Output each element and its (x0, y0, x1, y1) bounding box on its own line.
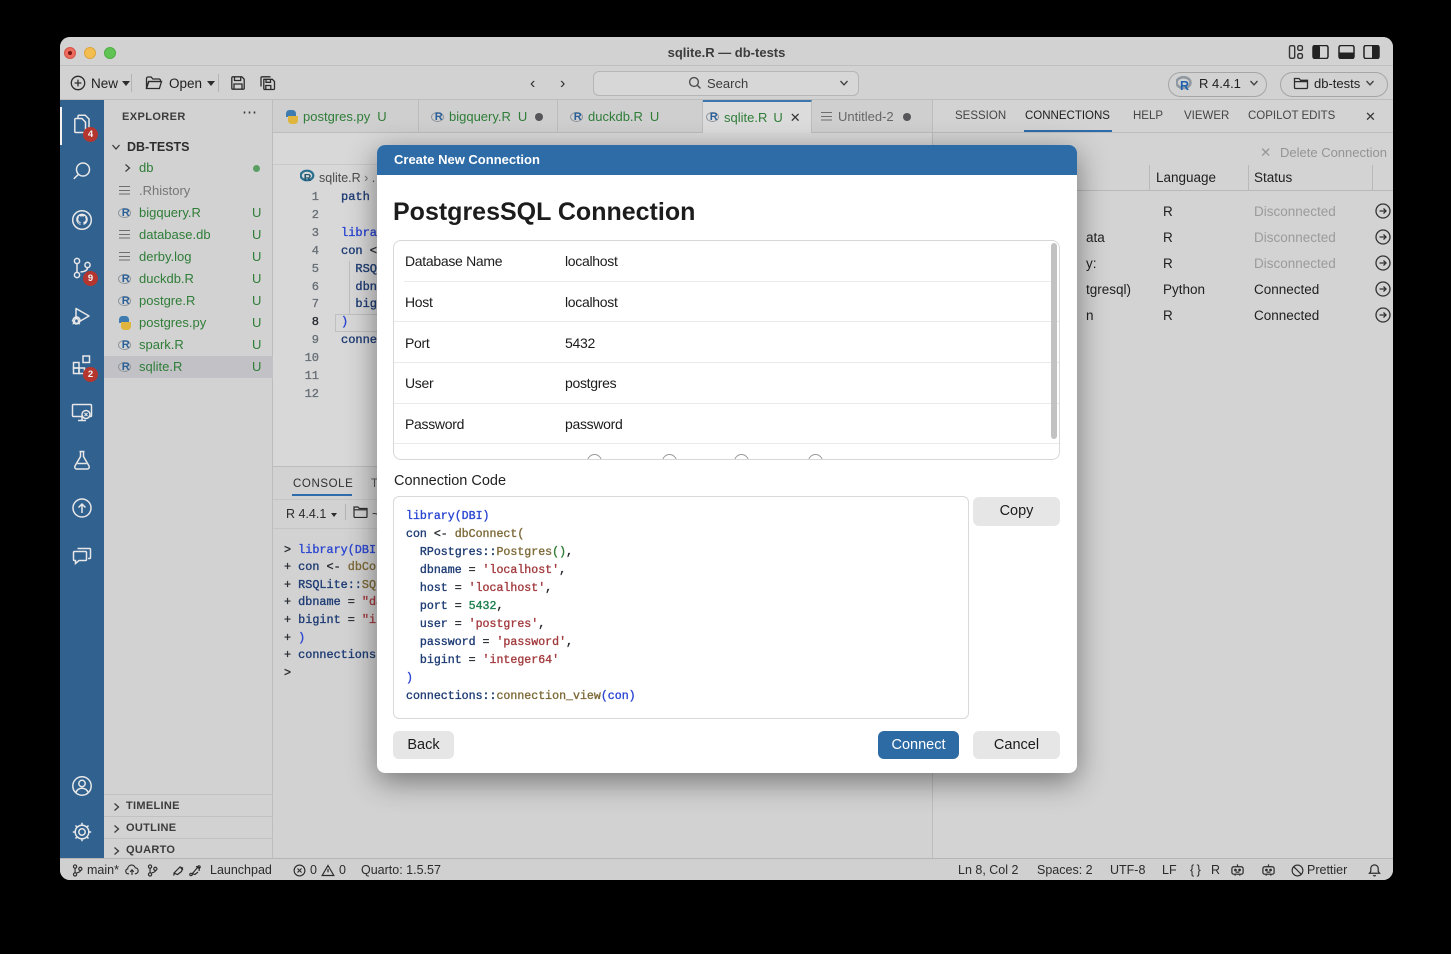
svg-text:R: R (1180, 79, 1189, 92)
svg-text:R: R (304, 172, 312, 183)
